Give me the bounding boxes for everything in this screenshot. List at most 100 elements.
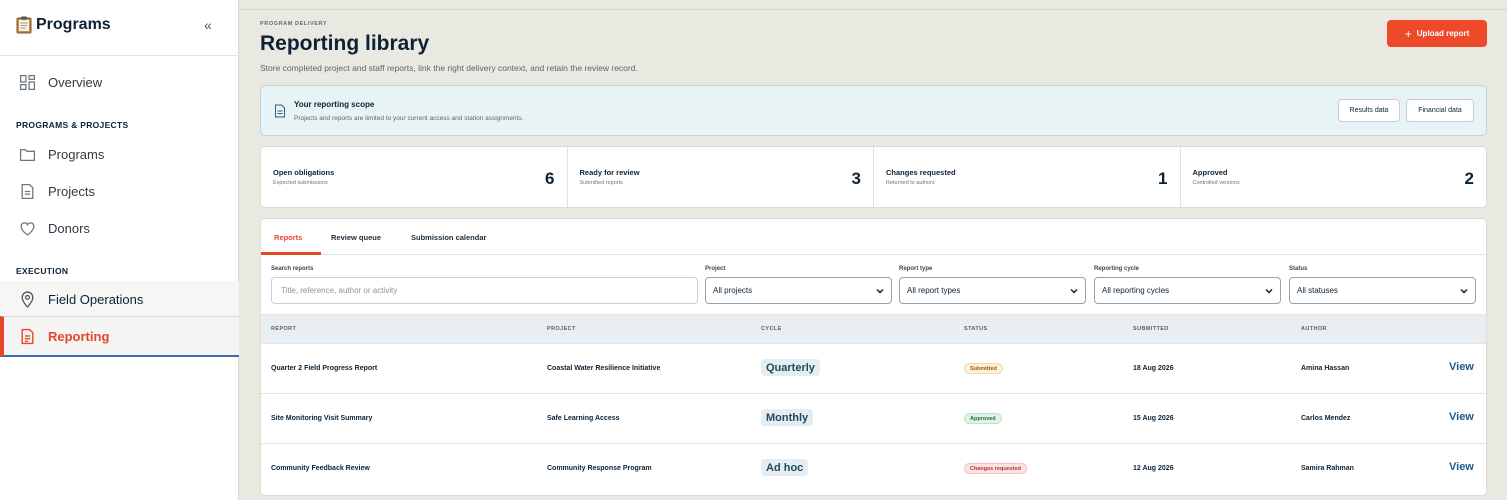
report-type-select-value: All report types [907,286,961,295]
upload-report-label: Upload report [1416,29,1470,38]
stat-value: 3 [851,169,861,188]
submitted-date: 18 Aug 2026 [1133,365,1174,372]
status-select-value: All statuses [1297,286,1338,295]
table-header: REPORT PROJECT CYCLE STATUS SUBMITTED AU… [261,314,1486,344]
status-badge: Changes requested [964,463,1028,474]
upload-report-button[interactable]: + Upload report [1387,20,1487,47]
stat-value: 6 [545,169,555,188]
brand: Programs [16,16,111,34]
stat-label: Open obligations [273,168,335,177]
project-name: Coastal Water Resilience Initiative [547,365,661,372]
status-badge: Approved [964,413,1002,424]
reporting-cycle-select[interactable]: All reporting cycles [1094,277,1281,304]
project-name: Community Response Program [547,465,652,472]
sidebar-item-label: Reporting [48,328,110,344]
author-name: Carlos Mendez [1301,415,1351,422]
view-report-link[interactable]: View [1449,411,1474,423]
report-icon [21,328,34,344]
page-eyebrow: PROGRAM DELIVERY [260,21,328,27]
cycle-filter-label: Reporting cycle [1094,266,1140,272]
author-name: Amina Hassan [1301,365,1350,372]
stat-sublabel: Returned to authors [886,180,935,186]
reporting-scope-banner: Your reporting scope Projects and report… [260,85,1487,136]
submitted-date: 15 Aug 2026 [1133,415,1174,422]
financial-data-button[interactable]: Financial data [1406,99,1474,122]
scope-subtitle: Projects and reports are limited to your… [294,115,524,122]
collapse-sidebar-button[interactable]: « [204,17,212,33]
reports-panel: Reports Review queue Submission calendar… [260,218,1487,496]
project-filter-label: Project [705,266,726,272]
project-name: Safe Learning Access [547,415,620,422]
tab-submission-calendar[interactable]: Submission calendar [411,233,486,242]
heart-icon [20,221,35,236]
stat-label: Ready for review [579,168,640,177]
stat-sublabel: Submitted reports [579,180,623,186]
status-badge: Submitted [964,363,1003,374]
type-filter-label: Report type [899,266,933,272]
stat-sublabel: Controlled versions [1192,180,1240,186]
report-title: Site Monitoring Visit Summary [271,415,373,422]
tab-bar: Reports Review queue Submission calendar [261,219,1486,255]
stat-value: 2 [1464,169,1474,188]
map-pin-icon [21,291,34,308]
stat-sublabel: Expected submissions [273,180,328,186]
cycle-chip: Ad hoc [761,459,809,476]
sidebar-item-label: Overview [48,74,103,90]
view-report-link[interactable]: View [1449,461,1474,473]
scope-title: Your reporting scope [294,100,375,109]
sidebar-item-label: Programs [48,146,105,162]
sidebar-item-donors[interactable]: Donors [0,210,239,246]
stat-label: Approved [1192,168,1228,177]
chevron-down-icon [1265,288,1273,294]
sidebar-item-projects[interactable]: Projects [0,173,239,209]
page-title: Reporting library [260,32,430,55]
stat-card-changes-requested: Changes requested Returned to authors 1 [874,147,1181,207]
results-data-button[interactable]: Results data [1338,99,1400,122]
stat-card-open-obligations: Open obligations Expected submissions 6 [261,147,568,207]
chevron-down-icon [876,288,884,294]
column-header-project: PROJECT [547,326,576,332]
column-header-status: STATUS [964,326,988,332]
sidebar-divider [0,55,239,56]
view-report-link[interactable]: View [1449,361,1474,373]
document-icon [21,183,34,199]
stat-value: 1 [1158,169,1168,188]
page-subtitle: Store completed project and staff report… [260,63,638,73]
chevron-down-icon [1460,288,1468,294]
tab-review-queue[interactable]: Review queue [331,233,381,242]
status-select[interactable]: All statuses [1289,277,1476,304]
search-input[interactable]: Title, reference, author or activity [271,277,698,304]
report-title: Quarter 2 Field Progress Report [271,365,378,372]
project-select[interactable]: All projects [705,277,892,304]
sidebar-item-reporting[interactable]: Reporting [0,316,239,357]
stats-row: Open obligations Expected submissions 6 … [260,146,1487,208]
section-heading-execution: EXECUTION [16,266,69,276]
clipboard-icon [16,16,32,34]
column-header-cycle: CYCLE [761,326,782,332]
stat-label: Changes requested [886,168,956,177]
table-row: Community Feedback Review Community Resp… [261,444,1486,494]
dashboard-icon [19,74,36,90]
stat-card-ready-for-review: Ready for review Submitted reports 3 [568,147,874,207]
author-name: Samira Rahman [1301,465,1354,472]
cycle-chip: Quarterly [761,359,820,376]
section-heading-programs: PROGRAMS & PROJECTS [16,120,129,130]
status-filter-label: Status [1289,266,1308,272]
column-header-report: REPORT [271,326,297,332]
sidebar-item-overview[interactable]: Overview [0,64,239,100]
top-border [239,9,1507,10]
tab-reports[interactable]: Reports [274,233,302,242]
submitted-date: 12 Aug 2026 [1133,465,1174,472]
sidebar-item-field-operations[interactable]: Field Operations [0,281,239,317]
sidebar-item-programs[interactable]: Programs [0,136,239,172]
sidebar-item-label: Field Operations [48,291,144,307]
column-header-submitted: SUBMITTED [1133,326,1169,332]
cycle-chip: Monthly [761,409,814,426]
table-row: Quarter 2 Field Progress Report Coastal … [261,344,1486,394]
report-type-select[interactable]: All report types [899,277,1086,304]
sidebar: Programs « Overview PROGRAMS & PROJECTS … [0,0,239,500]
search-label: Search reports [271,266,314,272]
stat-card-approved: Approved Controlled versions 2 [1181,147,1487,207]
sidebar-item-label: Projects [48,183,95,199]
project-select-value: All projects [713,286,753,295]
